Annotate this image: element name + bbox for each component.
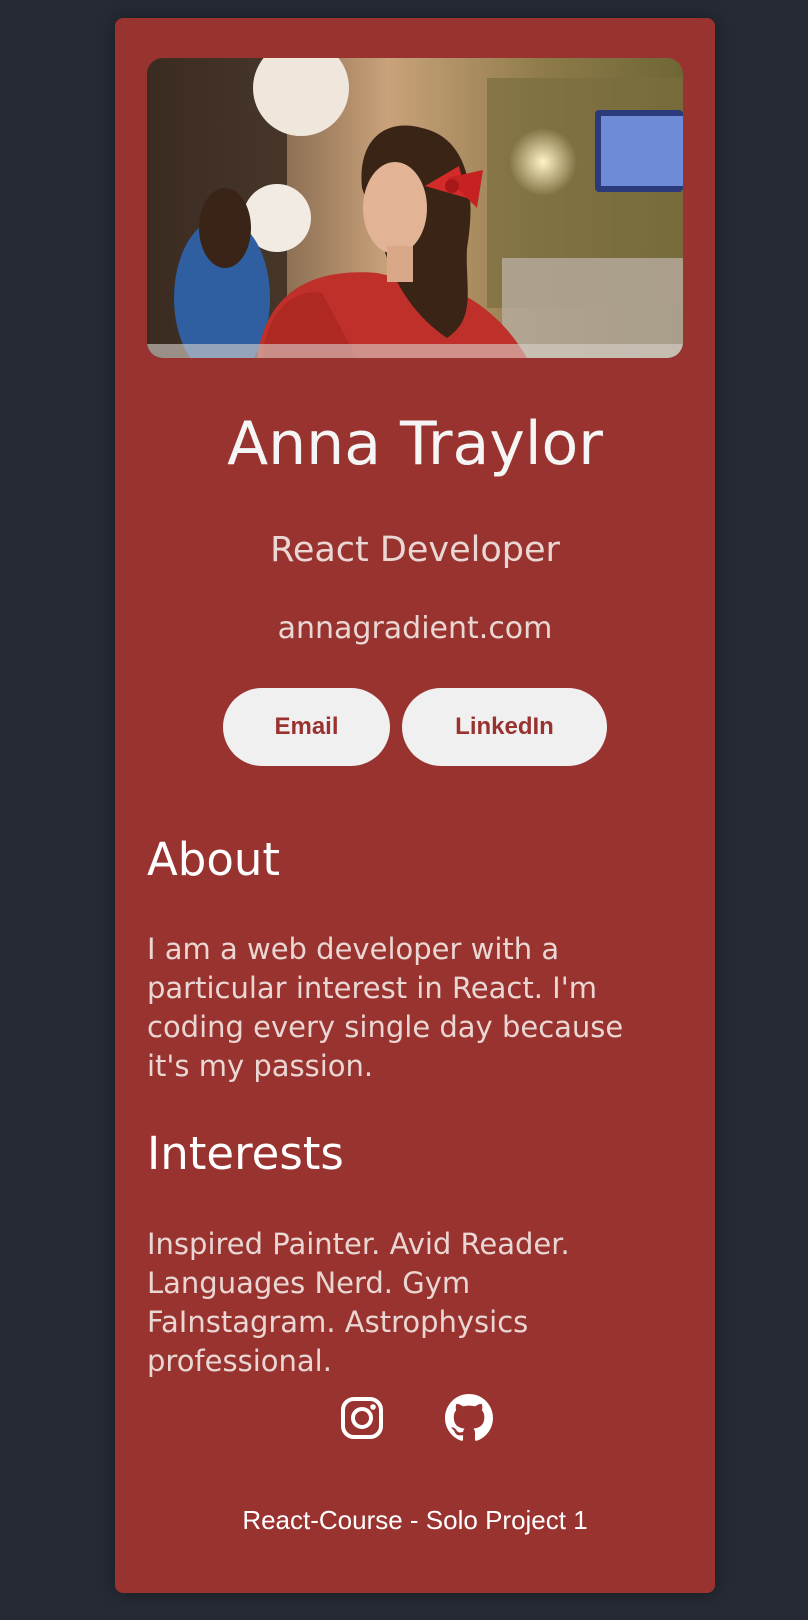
github-icon[interactable] bbox=[445, 1394, 493, 1442]
interests-heading: Interests bbox=[147, 1127, 344, 1180]
profile-photo bbox=[147, 58, 683, 358]
linkedin-button[interactable]: LinkedIn bbox=[402, 688, 607, 766]
instagram-icon[interactable] bbox=[338, 1394, 386, 1442]
profile-card: Anna Traylor React Developer annagradien… bbox=[115, 18, 715, 1593]
email-button[interactable]: Email bbox=[223, 688, 390, 766]
profile-role: React Developer bbox=[270, 530, 560, 570]
interests-text: Inspired Painter. Avid Reader. Languages… bbox=[147, 1227, 570, 1378]
footer-text: React-Course - Solo Project 1 bbox=[242, 1505, 588, 1535]
profile-name: Anna Traylor bbox=[227, 409, 603, 479]
about-heading: About bbox=[147, 833, 281, 886]
about-text: I am a web developer with a particular i… bbox=[147, 932, 624, 1083]
profile-website[interactable]: annagradient.com bbox=[115, 610, 715, 648]
